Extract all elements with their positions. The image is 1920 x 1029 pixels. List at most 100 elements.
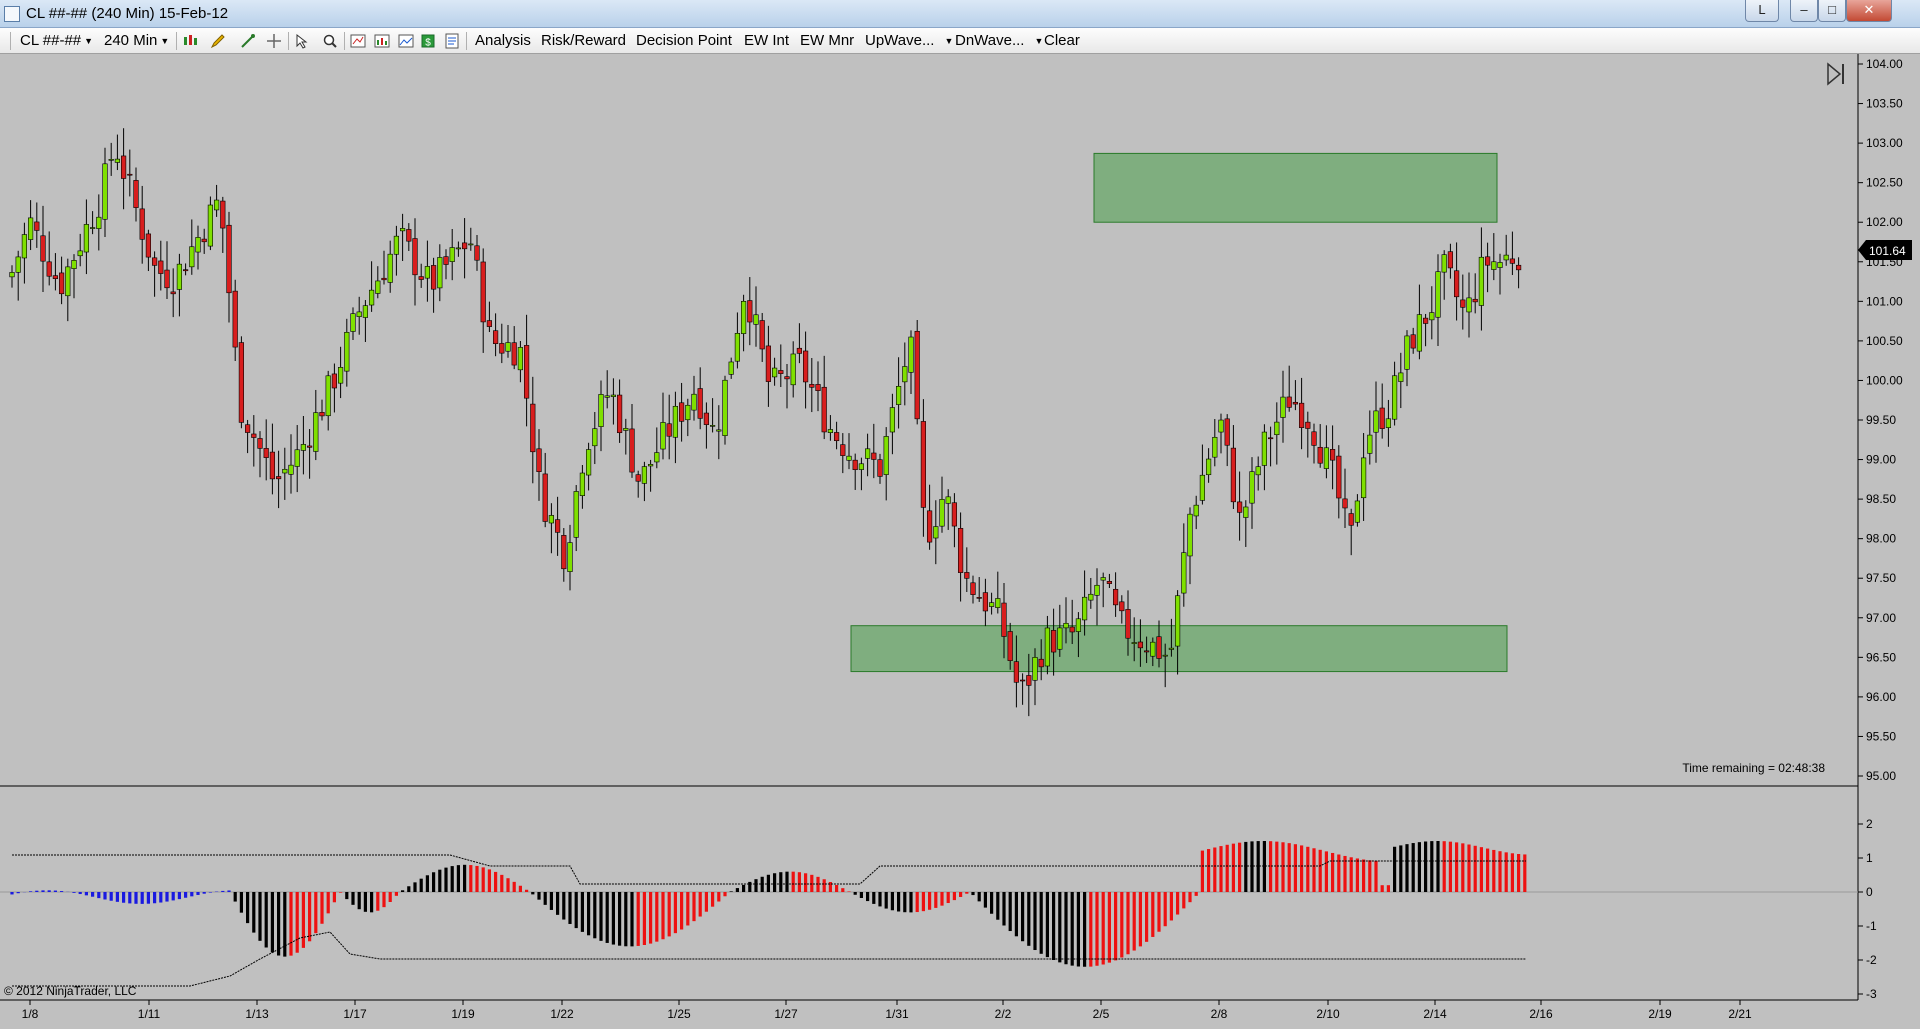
candle-body	[678, 402, 685, 422]
candle-body	[238, 342, 245, 423]
candle-body	[1485, 256, 1491, 266]
dollar-icon[interactable]: $	[420, 33, 436, 49]
layout-button[interactable]: L	[1745, 0, 1779, 22]
candle-body	[703, 412, 709, 425]
candle-body	[108, 159, 114, 161]
candle-body	[592, 428, 598, 447]
candle-body	[350, 313, 356, 332]
candle-body	[1187, 513, 1193, 557]
candle-body	[1516, 264, 1522, 271]
price-tick-label: 96.50	[1866, 650, 1896, 664]
candle-body	[852, 459, 858, 470]
candle-body	[1305, 421, 1311, 429]
menu-clear[interactable]: Clear	[1044, 30, 1080, 52]
candle-body	[846, 455, 852, 461]
candle-body	[1354, 500, 1360, 523]
candle-body	[387, 253, 393, 283]
candle-body	[1119, 601, 1125, 612]
close-button[interactable]: ✕	[1846, 0, 1892, 22]
candle-body	[344, 331, 350, 372]
pencil-icon[interactable]	[210, 33, 226, 49]
candle-body	[871, 452, 877, 460]
minimize-button[interactable]: –	[1790, 0, 1818, 22]
properties-icon[interactable]	[444, 33, 460, 49]
instrument-selector[interactable]: CL ##-## ▼	[20, 30, 93, 52]
menu-ew-mnr[interactable]: EW Mnr	[800, 30, 854, 52]
candle-body	[152, 257, 158, 266]
menu-ew-int[interactable]: EW Int	[744, 30, 789, 52]
candle-body	[1162, 654, 1168, 657]
indicators-icon[interactable]	[350, 33, 366, 49]
candle-body	[331, 373, 338, 389]
crosshair-icon[interactable]	[266, 33, 282, 49]
candle-body	[1106, 581, 1112, 584]
candle-body	[654, 452, 660, 463]
candle-body	[1168, 647, 1174, 650]
candle-body	[139, 208, 145, 240]
interval-selector[interactable]: 240 Min ▼	[104, 30, 169, 52]
candle-body	[933, 526, 939, 539]
candle-body	[753, 314, 759, 325]
chart-style-icon[interactable]	[398, 33, 414, 49]
candle-body	[790, 353, 796, 386]
candle-body	[1088, 593, 1094, 601]
candle-body	[1299, 402, 1305, 428]
candle-body	[492, 330, 499, 344]
chevron-down-icon: ▼	[84, 36, 94, 47]
candle-body	[1373, 410, 1379, 433]
menu-dnwave[interactable]: DnWave... ▼	[955, 30, 1043, 52]
osc-tick-label: -1	[1866, 919, 1877, 933]
menu-risk-reward[interactable]: Risk/Reward	[541, 30, 626, 52]
maximize-button[interactable]: □	[1818, 0, 1846, 22]
candle-body	[771, 367, 778, 378]
candle-body	[406, 229, 412, 242]
candle-body	[579, 472, 585, 496]
price-tick-label: 97.50	[1866, 571, 1896, 585]
candle-body	[629, 428, 635, 473]
price-tick-label: 102.50	[1866, 176, 1903, 190]
bar-type-icon[interactable]	[182, 33, 198, 49]
cursor-icon[interactable]	[294, 33, 310, 49]
price-tick-label: 103.50	[1866, 97, 1903, 111]
candle	[238, 336, 245, 429]
menu-upwave[interactable]: UpWave... ▼	[865, 30, 953, 52]
candle-body	[306, 445, 313, 448]
upwave-label: UpWave...	[865, 32, 935, 49]
zoom-icon[interactable]	[322, 33, 338, 49]
candle-body	[1013, 661, 1019, 683]
candle-body	[1441, 254, 1447, 273]
candle-body	[833, 432, 840, 442]
candle-body	[1069, 626, 1075, 633]
candle-body	[480, 261, 486, 323]
candle-body	[691, 393, 697, 411]
menu-analysis[interactable]: Analysis	[475, 30, 531, 52]
candle-body	[1100, 577, 1106, 581]
candle-body	[96, 216, 102, 229]
candle-body	[1478, 256, 1484, 306]
candle-body	[27, 217, 34, 240]
menu-decision-point[interactable]: Decision Point	[636, 30, 732, 52]
candle-body	[970, 582, 976, 595]
candle-body	[567, 542, 573, 572]
candle-body	[920, 421, 926, 508]
osc-tick-label: 1	[1866, 851, 1873, 865]
time-tick-label: 1/22	[550, 1007, 574, 1021]
price-tick-label: 104.00	[1866, 57, 1903, 71]
candle-body	[1330, 449, 1336, 461]
chevron-down-icon: ▼	[944, 36, 954, 47]
candle-body	[1261, 431, 1267, 466]
candle-body	[1212, 436, 1218, 458]
candle-body	[145, 233, 152, 258]
price-chart[interactable]: 104.00103.50103.00102.50102.00101.50101.…	[0, 54, 1920, 1029]
candle-body	[1361, 457, 1367, 499]
osc-tick-label: 0	[1866, 885, 1873, 899]
time-tick-label: 1/13	[245, 1007, 269, 1021]
time-tick-label: 1/27	[774, 1007, 798, 1021]
candle-body	[523, 345, 530, 399]
candle-body	[1255, 466, 1261, 476]
drawing-tools-icon[interactable]	[240, 33, 256, 49]
candle-body	[1286, 396, 1292, 408]
candle-body	[1367, 434, 1373, 454]
candle-body	[437, 257, 443, 289]
strategies-icon[interactable]	[374, 33, 390, 49]
